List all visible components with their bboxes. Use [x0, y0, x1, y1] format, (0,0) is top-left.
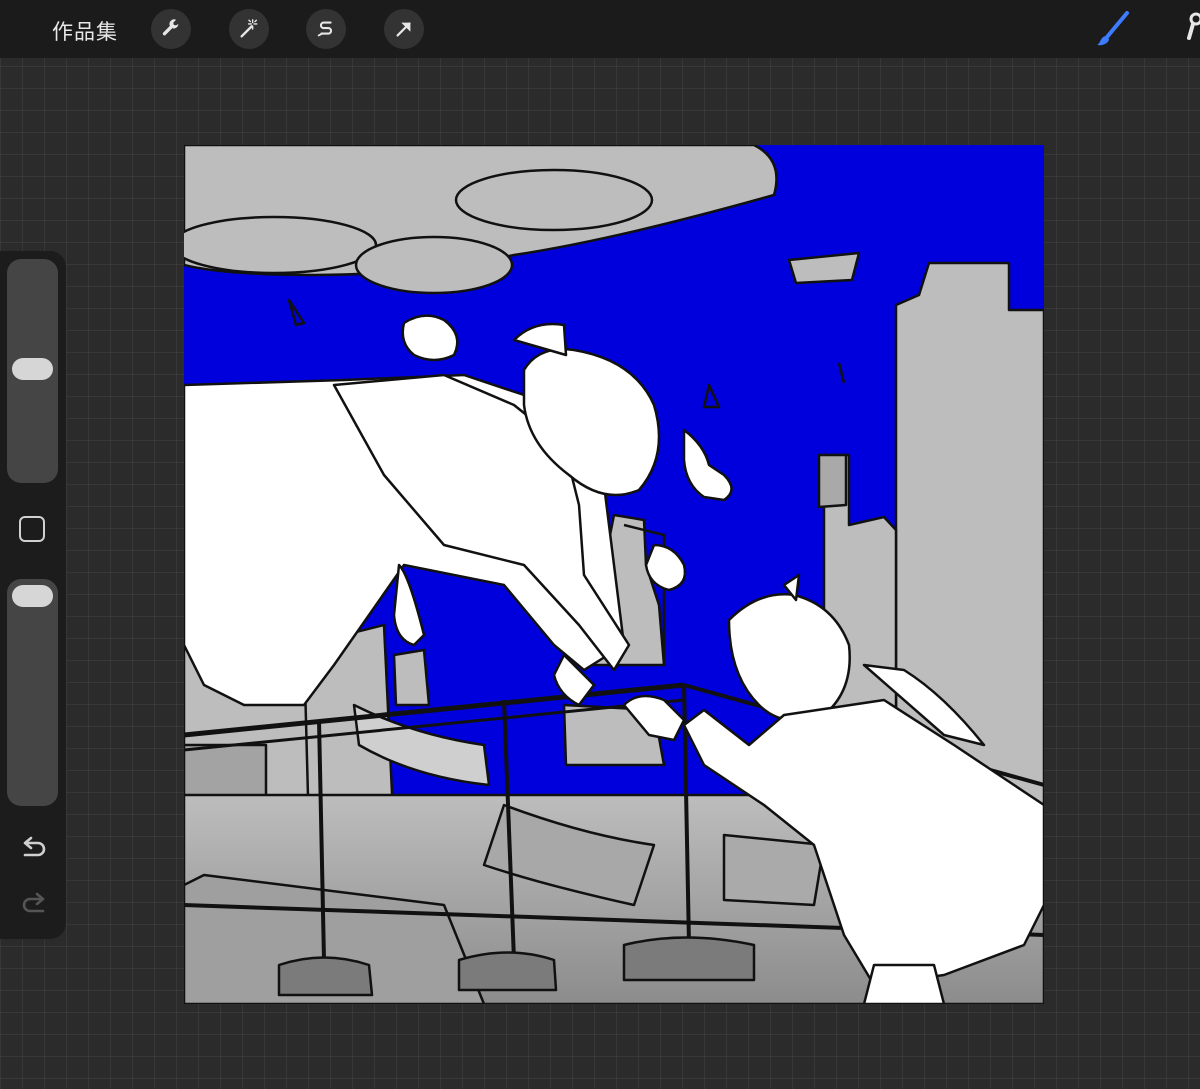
smudge-icon[interactable] [1180, 10, 1200, 50]
arrow-cursor-icon[interactable] [384, 9, 424, 49]
redo-icon[interactable] [19, 892, 49, 920]
brush-icon[interactable] [1094, 10, 1136, 50]
brush-size-slider[interactable] [7, 259, 58, 483]
gallery-button[interactable]: 作品集 [52, 16, 118, 46]
magic-wand-icon[interactable] [229, 9, 269, 49]
opacity-handle[interactable] [12, 585, 53, 607]
top-toolbar: 作品集 [0, 0, 1200, 58]
selection-s-icon[interactable] [306, 9, 346, 49]
opacity-slider[interactable] [7, 579, 58, 806]
left-sidebar [0, 251, 66, 939]
artwork-illustration [184, 145, 1044, 1004]
brush-size-handle[interactable] [12, 358, 53, 380]
drawing-canvas[interactable] [184, 145, 1044, 1004]
wrench-icon[interactable] [151, 9, 191, 49]
undo-icon[interactable] [19, 836, 49, 864]
modify-square-button[interactable] [19, 516, 45, 542]
